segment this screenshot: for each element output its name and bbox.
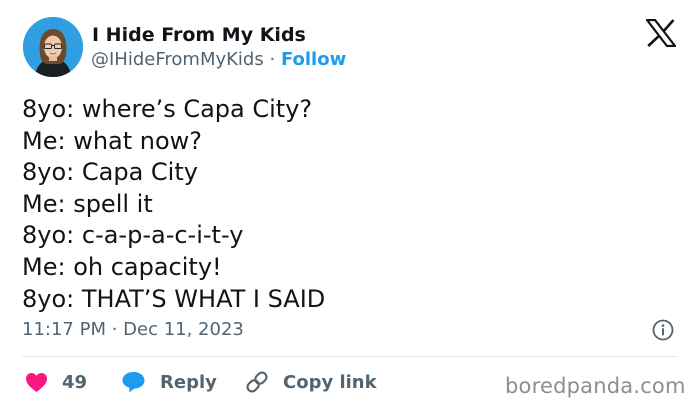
avatar-image: [23, 17, 83, 77]
author-handle-row: @IHideFromMyKids · Follow: [91, 49, 346, 70]
like-count: 49: [62, 371, 88, 393]
handle-separator: ·: [269, 49, 276, 70]
tweet-line: 8yo: THAT’S WHAT I SAID: [22, 284, 326, 313]
info-icon[interactable]: [652, 319, 674, 341]
tweet-line: Me: what now?: [22, 126, 203, 155]
link-icon: [246, 371, 268, 393]
divider: [22, 356, 678, 357]
author-handle[interactable]: @IHideFromMyKids: [91, 49, 264, 70]
copy-link-button[interactable]: Copy link: [244, 368, 377, 396]
copy-link-label: Copy link: [283, 371, 377, 393]
watermark: boredpanda.com: [505, 374, 686, 398]
tweet-text: 8yo: where’s Capa City? Me: what now? 8y…: [22, 94, 682, 315]
author-display-name[interactable]: I Hide From My Kids: [92, 24, 306, 46]
avatar[interactable]: [23, 17, 83, 77]
follow-button[interactable]: Follow: [281, 49, 346, 70]
x-logo-icon[interactable]: [644, 18, 678, 48]
tweet-line: 8yo: c-a-p-a-c-i-t-y: [22, 221, 244, 250]
speech-bubble-icon: [122, 372, 145, 393]
tweet-line: Me: oh capacity!: [22, 252, 222, 281]
heart-icon: [26, 372, 47, 392]
tweet-card: I Hide From My Kids @IHideFromMyKids · F…: [0, 0, 700, 410]
tweet-line: 8yo: Capa City: [22, 158, 198, 187]
tweet-line: Me: spell it: [22, 189, 153, 218]
reply-button[interactable]: Reply: [121, 368, 217, 396]
reply-label: Reply: [160, 371, 217, 393]
like-button[interactable]: 49: [25, 368, 87, 396]
tweet-line: 8yo: where’s Capa City?: [22, 95, 313, 123]
tweet-timestamp[interactable]: 11:17 PM · Dec 11, 2023: [22, 319, 244, 340]
